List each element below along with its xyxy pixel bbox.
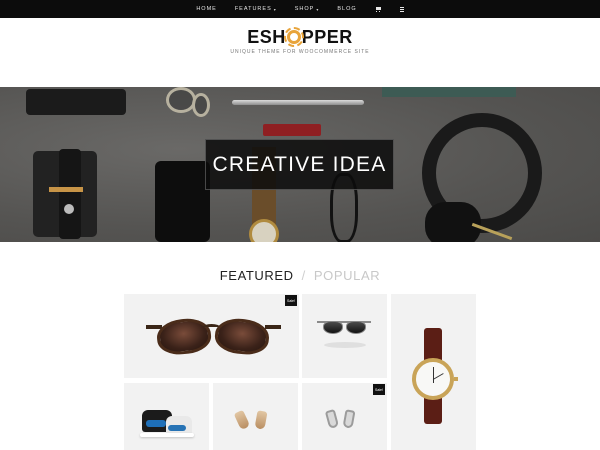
- chevron-down-icon: ▾: [316, 6, 320, 12]
- menu-icon: [399, 6, 404, 12]
- sale-badge: Sale!: [373, 384, 385, 395]
- pen-image: [232, 100, 364, 105]
- product-tile-sunglasses-sport[interactable]: [302, 294, 387, 378]
- product-shadow: [324, 342, 366, 348]
- nav-features[interactable]: FEATURES ▾: [235, 6, 277, 12]
- nav-shop[interactable]: SHOP ▾: [295, 6, 320, 12]
- cardholder-card: [49, 187, 83, 192]
- earring-gold: [233, 409, 251, 431]
- sale-badge: Sale!: [285, 295, 297, 306]
- nav-blog[interactable]: BLOG: [337, 6, 356, 12]
- tab-featured[interactable]: FEATURED: [220, 268, 294, 283]
- wallet-image: [26, 89, 126, 115]
- nav-cart[interactable]: [375, 6, 382, 12]
- product-tile-sneakers[interactable]: [124, 383, 209, 450]
- logo-text-start: ESH: [247, 27, 286, 47]
- sunglasses-lens: [155, 316, 213, 357]
- hero-title: CREATIVE IDEA: [212, 152, 387, 176]
- nav-features-label: FEATURES: [234, 6, 272, 12]
- nav-menu[interactable]: [399, 6, 404, 12]
- phone-image: [155, 161, 210, 242]
- product-tile-gold-earrings[interactable]: [213, 383, 298, 450]
- cart-icon: [375, 6, 382, 12]
- top-navigation: HOME FEATURES ▾ SHOP ▾ BLOG: [0, 0, 600, 18]
- aviator-lens-image: [192, 93, 210, 117]
- nav-home[interactable]: HOME: [196, 6, 217, 12]
- watch-face-image: [249, 219, 279, 242]
- logo-text-end: PPER: [301, 27, 353, 47]
- tab-popular[interactable]: POPULAR: [314, 268, 380, 283]
- nav-home-label: HOME: [196, 6, 217, 12]
- red-case-image: [263, 124, 321, 136]
- earring-silver: [342, 409, 356, 429]
- hero-title-box[interactable]: CREATIVE IDEA: [205, 139, 394, 190]
- site-tagline: UNIQUE THEME FOR WOOCOMMERCE SITE: [230, 49, 370, 55]
- aviator-lens-image: [166, 87, 196, 113]
- earring-gold: [254, 410, 268, 430]
- product-tile-silver-earrings[interactable]: Sale!: [302, 383, 387, 450]
- sunglasses-lens: [323, 321, 343, 334]
- chevron-down-icon: ▾: [273, 6, 277, 12]
- product-tile-wrist-watch[interactable]: [391, 294, 476, 450]
- sunglasses-arm: [265, 325, 281, 329]
- nav-shop-label: SHOP: [294, 6, 315, 12]
- nav-blog-label: BLOG: [337, 6, 357, 12]
- watch-hand: [433, 367, 434, 383]
- cardholder-image: [33, 149, 97, 239]
- product-tile-sunglasses-brown[interactable]: Sale!: [124, 294, 299, 378]
- sunglasses-lens: [213, 316, 271, 357]
- product-tabs: FEATURED / POPULAR: [0, 268, 600, 283]
- tab-separator: /: [301, 268, 306, 283]
- watch-crown: [454, 377, 458, 381]
- cardholder-snap: [64, 204, 74, 214]
- earring-silver: [324, 409, 340, 429]
- sneaker-sole: [140, 433, 194, 437]
- notebook-image: [382, 87, 516, 97]
- site-logo[interactable]: ESH PPER: [0, 27, 600, 48]
- cardholder-strap: [59, 149, 81, 239]
- sunglasses-lens: [346, 321, 366, 334]
- gear-icon: [283, 27, 304, 47]
